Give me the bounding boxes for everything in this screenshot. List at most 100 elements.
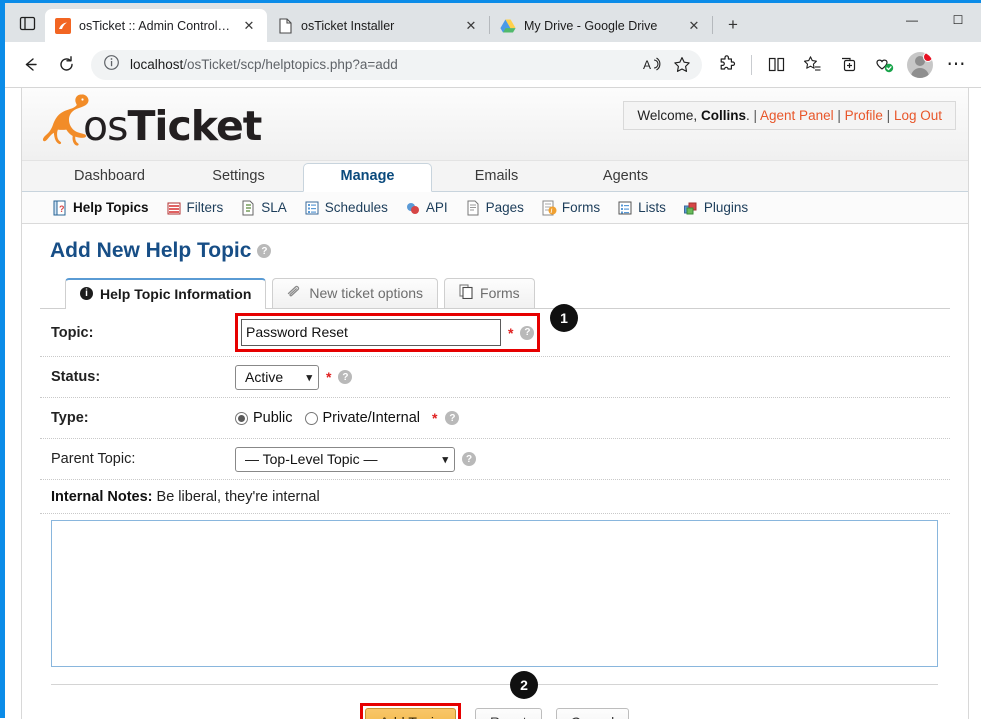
settings-more-icon[interactable]: ⋯ [939,48,973,82]
star-icon[interactable] [668,51,696,79]
subnav-item-lists[interactable]: Lists [617,200,666,216]
osticket-wordmark: osTicket [83,102,262,150]
welcome-username: Collins [700,108,746,123]
address-bar[interactable]: localhost/osTicket/scp/helptopics.php?a=… [91,49,702,80]
form-tabs: i Help Topic Information New ticket opti… [40,277,950,309]
browser-tab-title: My Drive - Google Drive [524,18,658,33]
internal-notes-textarea[interactable] [51,520,938,667]
info-icon[interactable] [103,54,120,76]
subnav-item-filters[interactable]: Filters [166,200,223,216]
close-tab-icon[interactable]: ✕ [684,16,704,36]
form-row-type: Type: Public Private/Internal * ? [40,398,950,439]
radio-public[interactable] [235,411,248,425]
browser-essentials-icon[interactable] [867,48,901,82]
reset-button[interactable]: Reset [475,708,542,719]
manage-subnav: ? Help Topics Filters SLA Schedules API … [22,192,968,224]
tab-label: New ticket options [309,285,424,301]
address-bar-actions: A [638,51,696,79]
sla-icon [240,200,256,216]
nav-tab-dashboard[interactable]: Dashboard [45,163,174,191]
help-topics-icon: ? [52,200,68,216]
status-select[interactable]: Active ▾ [235,364,319,390]
tab-help-topic-information[interactable]: i Help Topic Information [65,278,267,309]
tab-actions-icon[interactable] [9,6,45,40]
browser-tab-title: osTicket :: Admin Control Panel [79,18,231,33]
osticket-logo[interactable]: osTicket [39,91,262,150]
forms-icon: / [541,200,557,216]
nav-tab-manage[interactable]: Manage [303,163,432,192]
help-icon[interactable]: ? [338,370,353,384]
extensions-icon[interactable] [710,48,744,82]
subnav-item-forms[interactable]: / Forms [541,200,600,216]
nav-tab-emails[interactable]: Emails [432,163,561,191]
subnav-item-api[interactable]: API [405,200,448,216]
browser-toolbar: localhost/osTicket/scp/helptopics.php?a=… [5,42,981,87]
help-icon[interactable]: ? [462,452,476,466]
logout-link[interactable]: Log Out [894,108,942,123]
tab-new-ticket-options[interactable]: New ticket options [272,278,439,308]
radio-public-label: Public [253,410,293,426]
required-mark: * [432,410,438,426]
svg-text:A: A [643,58,651,72]
lists-icon [617,200,633,216]
agent-panel-link[interactable]: Agent Panel [760,108,834,123]
add-topic-highlight-box: Add Topic [359,703,462,719]
admin-nav-tabs: Dashboard Settings Manage Emails Agents [22,161,968,192]
status-field-group: Active ▾ * ? [235,364,353,390]
refresh-icon[interactable] [49,48,83,82]
topic-field-group: * ? [235,313,541,352]
chevron-down-icon: ▾ [306,371,312,384]
browser-tab-osticket-admin[interactable]: osTicket :: Admin Control Panel ✕ [45,9,267,42]
minimize-button[interactable]: — [889,3,935,37]
required-mark: * [508,324,514,341]
avatar [907,51,933,78]
welcome-separator: | [886,108,891,123]
subnav-item-sla[interactable]: SLA [240,200,287,216]
favorites-icon[interactable] [795,48,829,82]
close-tab-icon[interactable]: ✕ [461,16,481,36]
subnav-item-plugins[interactable]: Plugins [683,200,748,216]
subnav-item-help-topics[interactable]: ? Help Topics [52,200,149,216]
profile-avatar[interactable] [903,48,937,82]
type-label: Type: [51,410,89,426]
add-topic-button[interactable]: Add Topic [364,708,457,719]
page-title: Add New Help Topic ? [50,239,950,263]
help-icon[interactable]: ? [520,325,535,340]
subnav-label: SLA [261,200,287,215]
split-screen-icon[interactable] [759,48,793,82]
nav-tab-settings[interactable]: Settings [174,163,303,191]
new-tab-button[interactable]: + [719,11,747,39]
help-icon[interactable]: ? [257,244,272,258]
browser-tab-google-drive[interactable]: My Drive - Google Drive ✕ [490,9,712,42]
info-icon: i [80,287,93,300]
subnav-item-pages[interactable]: Pages [465,200,524,216]
back-icon[interactable] [13,48,47,82]
welcome-separator: | [753,108,758,123]
type-field-group: Public Private/Internal * ? [235,410,460,426]
step-marker-2: 2 [510,671,538,699]
plugins-icon [683,200,699,216]
subnav-item-schedules[interactable]: Schedules [304,200,388,216]
toolbar-separator [751,54,752,75]
read-aloud-icon[interactable]: A [638,51,666,79]
parent-topic-select[interactable]: — Top-Level Topic — ▾ [235,446,455,472]
close-tab-icon[interactable]: ✕ [239,16,259,36]
form-row-status: Status: Active ▾ * ? [40,357,950,398]
maximize-button[interactable]: ☐ [935,3,981,37]
svg-text:?: ? [59,204,65,214]
subnav-label: API [425,200,448,215]
page-title-text: Add New Help Topic [50,239,252,262]
radio-private-internal[interactable] [304,411,318,425]
tab-forms[interactable]: Forms [444,278,535,308]
welcome-bar: Welcome, Collins. | Agent Panel | Profil… [623,101,956,130]
help-icon[interactable]: ? [445,411,460,425]
collections-icon[interactable] [831,48,865,82]
topic-input[interactable] [241,319,501,346]
tab-label: Help Topic Information [100,285,252,302]
cancel-button[interactable]: Cancel [555,708,630,719]
nav-tab-agents[interactable]: Agents [561,163,690,191]
subnav-label: Forms [561,200,601,215]
browser-tab-osticket-installer[interactable]: osTicket Installer ✕ [267,9,489,42]
tab-label: Forms [480,285,520,301]
profile-link[interactable]: Profile [845,108,883,123]
